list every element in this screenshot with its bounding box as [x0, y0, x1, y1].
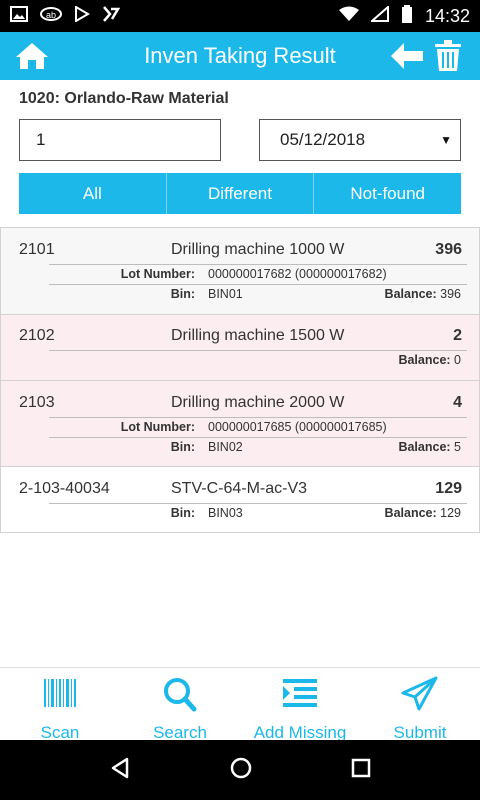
balance: Balance: 5 — [398, 440, 461, 454]
balance: Balance: 0 — [398, 353, 461, 367]
item-code: 2101 — [19, 241, 55, 258]
bin-label: Bin: — [170, 440, 195, 454]
date-select[interactable]: 05/12/2018 ▼ — [259, 119, 461, 161]
recents-square-icon[interactable] — [350, 757, 372, 784]
list-item[interactable]: 2101 Drilling machine 1000 W 396 Lot Num… — [0, 228, 480, 315]
home-circle-icon[interactable] — [229, 756, 253, 785]
status-bar: ab 14:32 — [0, 0, 480, 32]
status-time: 14:32 — [424, 5, 470, 26]
lot-row: Lot Number: 000000017682 (000000017682) — [49, 264, 467, 284]
back-triangle-icon[interactable] — [108, 756, 132, 785]
scan-button[interactable]: Scan — [0, 668, 120, 742]
trash-icon[interactable] — [434, 40, 462, 72]
lot-label: Lot Number: — [120, 420, 195, 434]
search-icon — [160, 676, 200, 717]
balance-value: 129 — [440, 506, 461, 520]
bin-label: Bin: — [170, 506, 195, 520]
bin-value: BIN03 — [208, 506, 243, 520]
warehouse-location: 1020: Orlando-Raw Material — [19, 90, 229, 107]
home-icon[interactable] — [14, 41, 50, 71]
battery-icon — [401, 4, 413, 28]
system-nav-bar — [0, 740, 480, 800]
back-arrow-icon[interactable] — [390, 42, 424, 70]
item-code: 2103 — [19, 394, 55, 411]
result-list: 2101 Drilling machine 1000 W 396 Lot Num… — [0, 227, 480, 533]
bin-value: BIN02 — [208, 440, 243, 454]
lot-label: Lot Number: — [120, 267, 195, 281]
add-missing-button[interactable]: Add Missing — [240, 668, 360, 742]
item-code: 2102 — [19, 327, 55, 344]
svg-text:ab: ab — [46, 10, 56, 20]
item-description: Drilling machine 1000 W — [171, 241, 345, 258]
item-quantity: 2 — [453, 327, 462, 344]
item-code: 2-103-40034 — [19, 480, 110, 497]
barcode-icon — [40, 676, 80, 717]
play-store-icon — [74, 4, 90, 27]
lot-value: 000000017682 (000000017682) — [208, 267, 387, 281]
balance-label: Balance: — [384, 287, 437, 301]
dropdown-caret-icon: ▼ — [440, 133, 452, 147]
balance: Balance: 396 — [385, 287, 461, 301]
item-description: Drilling machine 1500 W — [171, 327, 345, 344]
bin-value: BIN01 — [208, 287, 243, 301]
submit-button[interactable]: Submit — [360, 668, 480, 742]
item-quantity: 4 — [453, 394, 462, 411]
list-item[interactable]: 2103 Drilling machine 2000 W 4 Lot Numbe… — [0, 381, 480, 467]
lot-row: Lot Number: 000000017685 (000000017685) — [49, 417, 467, 437]
app-notification-icon — [102, 5, 121, 27]
list-item[interactable]: 2102 Drilling machine 1500 W 2 Balance: … — [0, 315, 480, 381]
tab-not-found[interactable]: Not-found — [314, 173, 462, 214]
balance: Balance: 129 — [385, 506, 461, 520]
balance-label: Balance: — [384, 506, 437, 520]
balance-label: Balance: — [398, 440, 451, 454]
item-quantity: 396 — [435, 241, 462, 258]
signal-icon — [369, 4, 389, 27]
item-description: Drilling machine 2000 W — [171, 394, 345, 411]
lot-value: 000000017685 (000000017685) — [208, 420, 387, 434]
app-screen: ab 14:32 Inven Taking Result 1020: Orlan… — [0, 0, 480, 800]
balance-label: Balance: — [398, 353, 451, 367]
indent-list-icon — [280, 676, 320, 717]
sync-notification-icon: ab — [40, 6, 62, 27]
item-description: STV-C-64-M-ac-V3 — [171, 480, 308, 497]
date-value: 05/12/2018 — [280, 130, 366, 149]
paper-plane-icon — [400, 676, 440, 717]
bottom-toolbar: Scan Search Add Missing Submit — [0, 667, 480, 742]
wifi-icon — [338, 6, 359, 27]
balance-value: 0 — [454, 353, 461, 367]
gallery-notification-icon — [10, 5, 28, 27]
app-bar: Inven Taking Result — [0, 32, 480, 80]
balance-value: 396 — [440, 287, 461, 301]
filter-tabs: All Different Not-found — [19, 173, 462, 214]
bin-label: Bin: — [170, 287, 195, 301]
bin-row: Bin: BIN02 Balance: 5 — [49, 437, 467, 457]
bin-row: Bin: BIN03 Balance: 129 — [49, 503, 467, 523]
tab-different[interactable]: Different — [166, 173, 315, 214]
item-quantity: 129 — [435, 480, 462, 497]
balance-value: 5 — [454, 440, 461, 454]
balance-row: Balance: 0 — [49, 350, 467, 370]
search-button[interactable]: Search — [120, 668, 240, 742]
list-item[interactable]: 2-103-40034 STV-C-64-M-ac-V3 129 Bin: BI… — [0, 467, 480, 533]
quantity-input[interactable]: 1 — [19, 119, 221, 161]
tab-all[interactable]: All — [19, 173, 167, 214]
bin-row: Bin: BIN01 Balance: 396 — [49, 284, 467, 304]
